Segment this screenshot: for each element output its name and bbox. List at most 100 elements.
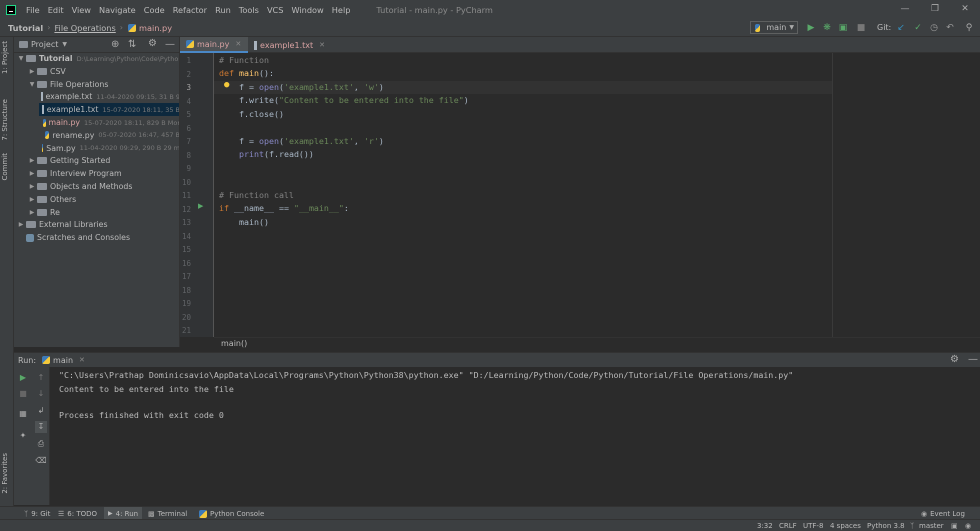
hide-panel-icon[interactable]: — <box>968 354 978 365</box>
chevron-right-icon[interactable]: ▶ <box>28 157 36 164</box>
chevron-down-icon[interactable]: ▼ <box>62 41 67 48</box>
line-number: 1 <box>186 56 191 65</box>
soft-wrap-icon[interactable]: ↲ <box>35 405 47 417</box>
lock-icon[interactable]: ▣ <box>951 520 958 531</box>
menu-tools[interactable]: Tools <box>235 5 263 15</box>
tree-item-meta: D:\Learning\Python\Code\Pytho <box>76 54 179 63</box>
run-config-tab[interactable]: main <box>53 356 73 365</box>
breadcrumb-project[interactable]: Tutorial <box>8 23 43 33</box>
breadcrumb-folder[interactable]: File Operations <box>54 23 115 33</box>
code-editor[interactable]: # Function def main(): f = open('example… <box>214 53 980 337</box>
collapse-all-icon[interactable]: ⇅ <box>128 39 136 50</box>
scroll-up-icon[interactable]: ↑ <box>35 372 47 384</box>
menu-window[interactable]: Window <box>287 5 327 15</box>
run-console[interactable]: "C:\Users\Prathap Dominicsavio\AppData\L… <box>50 367 980 505</box>
minimize-icon[interactable]: — <box>890 0 920 19</box>
caret-position[interactable]: 3:32 <box>757 520 773 531</box>
intention-bulb-icon[interactable]: ● <box>224 80 229 90</box>
tab-commit[interactable]: Commit <box>1 153 9 181</box>
chevron-right-icon[interactable]: ▶ <box>28 183 36 190</box>
project-panel: Project ▼ ⊕ ⇅ ⚙ — ▼ Tutorial D:\Learning\P… <box>14 37 180 347</box>
tree-item[interactable]: ▶ External Libraries <box>17 218 179 231</box>
indent-setting[interactable]: 4 spaces <box>830 520 861 531</box>
breadcrumb-file[interactable]: main.py <box>139 23 172 33</box>
code-line-11: # Function call <box>219 190 294 200</box>
rerun-icon[interactable]: ▶ <box>17 372 29 384</box>
scroll-to-end-icon[interactable]: ↧ <box>35 421 47 433</box>
search-everywhere-icon[interactable]: ⚲ <box>962 21 976 35</box>
file-encoding[interactable]: UTF-8 <box>803 520 823 531</box>
chevron-right-icon[interactable]: ▶ <box>28 196 36 203</box>
tree-item[interactable]: main.py 15-07-2020 18:11, 829 B Mor <box>39 116 179 129</box>
menu-bar: File Edit View Navigate Code Refactor Ru… <box>0 0 980 19</box>
tree-item[interactable]: ▼ File Operations <box>28 78 179 91</box>
tab-example1-txt[interactable]: example1.txt ✕ <box>248 37 330 53</box>
close-tab-icon[interactable]: ✕ <box>235 40 241 48</box>
tree-item[interactable]: Sam.py 11-04-2020 09:29, 290 B 29 m <box>39 142 179 155</box>
git-commit-icon[interactable]: ✓ <box>911 21 925 35</box>
menu-vcs[interactable]: VCS <box>263 5 288 15</box>
menu-file[interactable]: File <box>22 5 44 15</box>
scroll-down-icon[interactable]: ↓ <box>35 388 47 400</box>
git-history-icon[interactable]: ◷ <box>927 21 941 35</box>
debug-icon[interactable]: ❋ <box>820 21 834 35</box>
chevron-right-icon[interactable]: ▶ <box>28 170 36 177</box>
tree-item[interactable]: Scratches and Consoles <box>17 231 179 244</box>
pin-icon[interactable]: ✦ <box>17 430 29 442</box>
tree-item[interactable]: ▶ CSV <box>28 65 179 78</box>
trash-icon[interactable]: ⌫ <box>35 455 47 467</box>
chevron-right-icon[interactable]: ▶ <box>17 221 25 228</box>
git-rollback-icon[interactable]: ↶ <box>943 21 957 35</box>
git-update-icon[interactable]: ↙ <box>894 21 908 35</box>
tab-structure[interactable]: 7: Structure <box>1 99 9 141</box>
menu-refactor[interactable]: Refactor <box>169 5 211 15</box>
chevron-down-icon[interactable]: ▼ <box>28 81 36 88</box>
line-separator[interactable]: CRLF <box>779 520 797 531</box>
close-tab-icon[interactable]: ✕ <box>79 356 85 364</box>
tree-item[interactable]: ▶ Getting Started <box>28 154 179 167</box>
python-interpreter[interactable]: Python 3.8 <box>867 520 905 531</box>
gear-icon[interactable]: ⚙ <box>148 38 157 49</box>
chevron-right-icon[interactable]: ▶ <box>28 68 36 75</box>
chevron-right-icon[interactable]: ▶ <box>28 209 36 216</box>
menu-view[interactable]: View <box>68 5 95 15</box>
close-icon[interactable]: ✕ <box>950 0 980 19</box>
menu-code[interactable]: Code <box>140 5 169 15</box>
chevron-down-icon[interactable]: ▼ <box>17 55 25 62</box>
notifications-icon[interactable]: ◉ <box>965 520 971 531</box>
tree-item[interactable]: ▶ Objects and Methods <box>28 180 179 193</box>
tree-item[interactable]: rename.py 05-07-2020 16:47, 457 B <box>39 129 179 142</box>
tree-item[interactable]: ▶ Re <box>28 206 179 219</box>
editor-breadcrumb[interactable]: main() <box>214 337 980 349</box>
git-branch[interactable]: master <box>919 520 944 531</box>
run-icon[interactable]: ▶ <box>804 21 818 35</box>
tree-item[interactable]: ▶ Interview Program <box>28 167 179 180</box>
tab-favorites[interactable]: 2: Favorites <box>1 453 9 494</box>
tree-item[interactable]: example1.txt 15-07-2020 18:11, 35 B <box>39 103 179 117</box>
line-number: 3 <box>186 83 191 92</box>
close-tab-icon[interactable]: ✕ <box>319 41 325 49</box>
print-icon[interactable]: ⎙ <box>35 438 47 450</box>
tree-item[interactable]: example.txt 11-04-2020 09:15, 31 B 9 <box>39 90 179 103</box>
restore-icon[interactable]: ❐ <box>920 0 950 19</box>
hide-panel-icon[interactable]: — <box>165 39 175 50</box>
menu-help[interactable]: Help <box>328 5 355 15</box>
tab-main-py[interactable]: main.py ✕ <box>180 37 248 53</box>
stop-icon[interactable]: ■ <box>854 21 868 35</box>
coverage-icon[interactable]: ▣ <box>836 21 850 35</box>
menu-navigate[interactable]: Navigate <box>95 5 140 15</box>
folder-icon <box>37 80 47 88</box>
python-file-icon <box>42 118 46 127</box>
run-configuration-select[interactable]: main ▼ <box>750 21 798 34</box>
menu-edit[interactable]: Edit <box>44 5 68 15</box>
run-gutter-icon[interactable]: ▶ <box>198 202 203 210</box>
tree-item[interactable]: ▼ Tutorial D:\Learning\Python\Code\Pytho <box>17 52 179 65</box>
tab-project[interactable]: 1: Project <box>1 41 9 74</box>
menu-run[interactable]: Run <box>211 5 235 15</box>
layout-icon[interactable]: ▦ <box>17 408 29 420</box>
stop-icon[interactable]: ■ <box>17 388 29 400</box>
tree-item[interactable]: ▶ Others <box>28 193 179 206</box>
gear-icon[interactable]: ⚙ <box>950 354 959 365</box>
project-panel-title[interactable]: Project <box>31 40 58 49</box>
locate-file-icon[interactable]: ⊕ <box>111 39 119 50</box>
